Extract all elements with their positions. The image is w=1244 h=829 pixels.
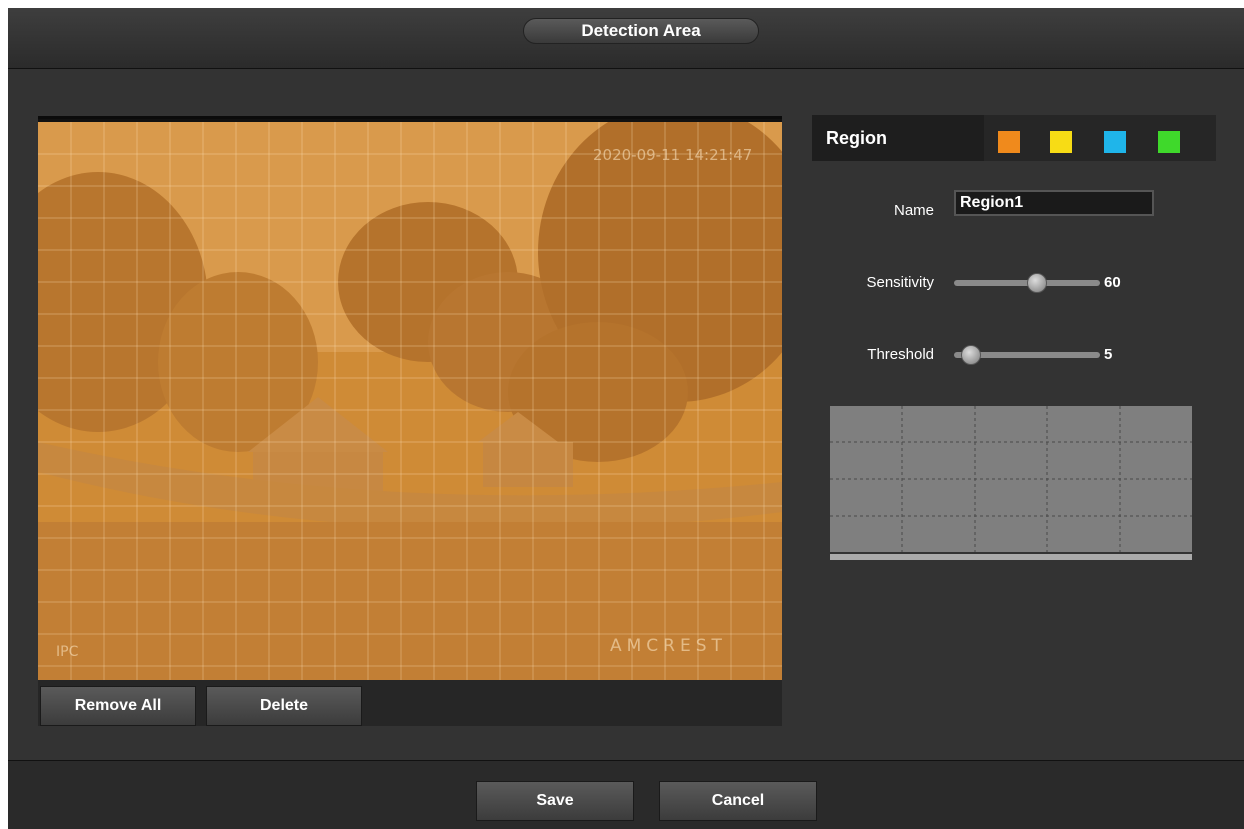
video-preview-frame: 2020-09-11 14:21:47 IPC AMCREST bbox=[38, 116, 782, 686]
region-swatch-blue[interactable] bbox=[1104, 131, 1126, 153]
title-bar: Detection Area bbox=[8, 8, 1244, 69]
region-name-input[interactable] bbox=[954, 190, 1154, 216]
video-button-bar: Remove All Delete bbox=[38, 680, 782, 726]
delete-button[interactable]: Delete bbox=[206, 686, 362, 726]
threshold-value: 5 bbox=[1104, 346, 1113, 363]
dialog-footer: Save Cancel bbox=[8, 760, 1244, 829]
save-button[interactable]: Save bbox=[476, 781, 634, 821]
video-timestamp: 2020-09-11 14:21:47 bbox=[593, 146, 753, 164]
cancel-button[interactable]: Cancel bbox=[659, 781, 817, 821]
sensitivity-slider-thumb[interactable] bbox=[1027, 273, 1047, 293]
dialog-title: Detection Area bbox=[523, 18, 759, 44]
region-swatch-orange[interactable] bbox=[998, 131, 1020, 153]
threshold-slider-thumb[interactable] bbox=[961, 345, 981, 365]
detection-area-dialog: Detection Area 2020-09-11 14:21:47 IPC A… bbox=[8, 8, 1244, 829]
region-selector: Region bbox=[812, 115, 1216, 161]
name-label: Name bbox=[893, 202, 934, 219]
sensitivity-value: 60 bbox=[1104, 274, 1121, 291]
motion-level-graph bbox=[830, 406, 1192, 552]
sensitivity-label: Sensitivity bbox=[866, 274, 934, 291]
video-preview[interactable]: 2020-09-11 14:21:47 IPC AMCREST bbox=[38, 122, 782, 680]
video-brand-watermark: AMCREST bbox=[610, 636, 727, 656]
region-swatch-green[interactable] bbox=[1158, 131, 1180, 153]
threshold-label: Threshold bbox=[867, 346, 934, 363]
video-scene bbox=[38, 122, 782, 680]
motion-graph-grid bbox=[830, 406, 1192, 552]
video-channel-label: IPC bbox=[56, 644, 79, 660]
motion-graph-baseline bbox=[830, 554, 1192, 560]
remove-all-button[interactable]: Remove All bbox=[40, 686, 196, 726]
region-swatch-yellow[interactable] bbox=[1050, 131, 1072, 153]
region-label: Region bbox=[812, 115, 984, 161]
